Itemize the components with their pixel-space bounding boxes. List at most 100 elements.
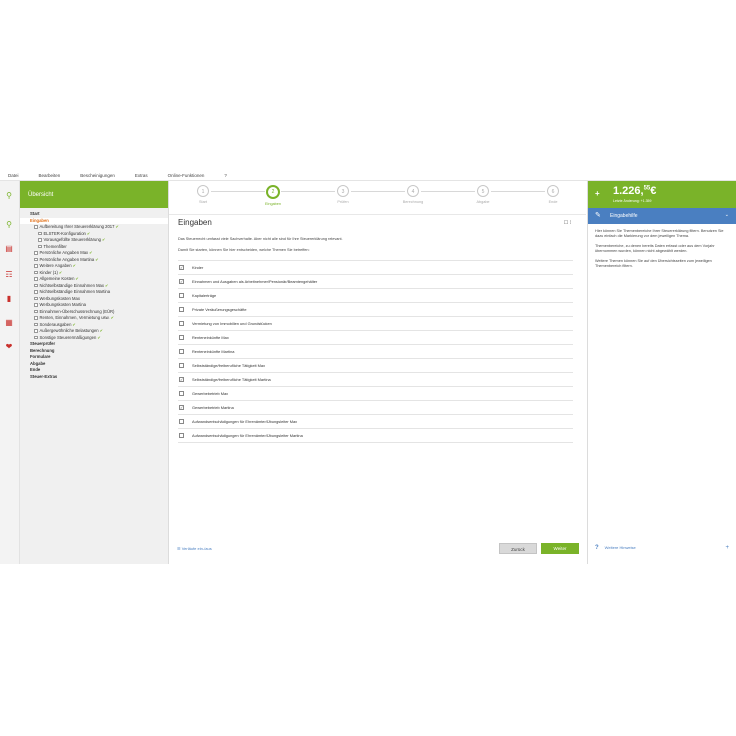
step-3[interactable]: 3 Prüfen (323, 185, 363, 204)
nav-checkbox[interactable] (34, 296, 38, 301)
nav-item[interactable]: Steuer-Extras (20, 374, 168, 381)
nav-header: Übersicht (20, 181, 168, 208)
nav-checkbox[interactable] (34, 316, 38, 320)
topic-label: Gewerbebetrieb Max (192, 391, 229, 396)
topic-label: Renteneinkünfte Max (192, 335, 229, 340)
topic-checkbox[interactable] (179, 335, 184, 340)
nav-checkbox[interactable] (34, 309, 38, 314)
nav-checkbox[interactable] (34, 264, 38, 268)
nav-item-label: Persönliche Angaben Martina (39, 256, 95, 262)
nav-item-label: Start (30, 211, 40, 216)
step-2[interactable]: 2 Eingaben (253, 185, 293, 206)
next-button[interactable]: Weiter (541, 543, 579, 554)
back-button[interactable]: Zurück (499, 543, 537, 554)
more-help-link[interactable]: ? Weitere Hinweise + (595, 545, 729, 551)
topic-checkbox[interactable] (179, 321, 184, 326)
menu-bescheinigungen[interactable]: Bescheinigungen (80, 173, 115, 178)
app-window: Datei Bearbeiten Bescheinigungen Extras … (0, 170, 736, 564)
step-4[interactable]: 4 Berechnung (393, 185, 433, 204)
view-options-icon[interactable]: ☐ ⁞ (564, 220, 571, 226)
step-label: Ende (548, 200, 558, 204)
topic-checkbox[interactable] (179, 349, 184, 354)
nav-checkbox[interactable] (34, 277, 38, 281)
chart-icon[interactable]: ▮ (3, 293, 15, 305)
nav-item-label: Formulare (30, 354, 51, 359)
checkmark-icon: ✔ (72, 321, 76, 327)
topic-checkbox[interactable]: ✓ (179, 405, 184, 410)
topic-label: Aufwandsentschädigungen für Ehrenämter/Ü… (192, 433, 303, 438)
nav-checkbox[interactable] (34, 329, 38, 333)
nav-checkbox[interactable] (34, 303, 38, 307)
topic-label: Selbstständige/freiberufliche Tätigkeit … (192, 377, 271, 382)
progress-steps: 1 Start 2 Eingaben 3 Prüfen 4 Berechnung 5 Abgabe… (169, 181, 586, 215)
heart-icon[interactable]: ❤ (3, 341, 15, 353)
nav-checkbox[interactable] (34, 251, 38, 255)
nav-checkbox[interactable] (34, 335, 38, 340)
nav-item-label: Aufbereitung Ihrer Steuererklärung 2017 (39, 224, 115, 229)
menu-datei[interactable]: Datei (8, 173, 19, 178)
topic-checkbox[interactable]: ✓ (179, 279, 184, 284)
topic-label: Private Veräußerungsgeschäfte (192, 307, 247, 312)
help-paragraph: Hier können Sie Themenbereiche Ihrer Ste… (595, 229, 724, 238)
topic-checkbox[interactable]: ✓ (179, 377, 184, 382)
nav-checkbox[interactable] (34, 225, 38, 229)
checkmark-icon: ✔ (97, 334, 101, 340)
nav-checkbox[interactable] (38, 244, 42, 249)
menu-bar: Datei Bearbeiten Bescheinigungen Extras … (0, 170, 736, 181)
nav-item-label: Allgemeine Kosten (39, 276, 75, 281)
step-circle: 4 (407, 185, 419, 197)
topic-checkbox[interactable] (179, 419, 184, 424)
step-label: Prüfen (337, 200, 349, 204)
menu-help[interactable]: ? (224, 173, 227, 178)
nav-checkbox[interactable] (38, 231, 42, 236)
topic-checkbox[interactable] (179, 433, 184, 438)
topic-checkbox[interactable]: ✓ (179, 265, 184, 270)
calculator-icon[interactable]: ▦ (3, 317, 15, 329)
nav-item-label: Persönliche Angaben Max (39, 250, 89, 255)
topic-row: Renteneinkünfte Max (178, 331, 573, 345)
checkmark-icon: ✔ (99, 328, 103, 333)
nav-item-label: Ende (30, 367, 41, 372)
nav-checkbox[interactable] (34, 283, 38, 288)
toggle-history-link[interactable]: ☰ Verläufe ein-/aus (177, 546, 212, 551)
step-circle: 2 (266, 185, 280, 199)
form-icon[interactable]: ▤ (3, 243, 15, 255)
nav-checkbox[interactable] (34, 322, 38, 327)
search-icon[interactable]: ⚲ (3, 190, 15, 202)
menu-extras[interactable]: Extras (135, 173, 148, 178)
main-area: 1 Start 2 Eingaben 3 Prüfen 4 Berechnung 5 Abgabe… (169, 181, 586, 564)
zoom-icon[interactable]: ⚲ (3, 219, 15, 231)
checkmark-icon: ✔ (72, 263, 76, 268)
checkmark-icon: ✔ (95, 256, 99, 262)
topic-checkbox[interactable] (179, 307, 184, 312)
menu-bearbeiten[interactable]: Bearbeiten (39, 173, 61, 178)
step-1[interactable]: 1 Start (183, 185, 223, 204)
nav-item-label: Nichtselbständige Einnahmen Max (39, 282, 104, 288)
topic-checkbox[interactable] (179, 293, 184, 298)
nav-checkbox[interactable] (34, 257, 38, 262)
document-icon[interactable]: ☶ (3, 269, 15, 281)
topic-label: Selbstständige/freiberufliche Tätigkeit … (192, 363, 266, 368)
step-6[interactable]: 6 Ende (533, 185, 573, 204)
step-label: Abgabe (476, 200, 490, 204)
topic-label: Aufwandsentschädigungen für Ehrenämter/Ü… (192, 419, 298, 424)
topic-checkbox[interactable] (179, 363, 184, 368)
amount-subtext: Letzte Änderung: +1.359 (613, 199, 652, 203)
topic-label: Gewerbebetrieb Martina (192, 405, 234, 410)
nav-checkbox[interactable] (34, 270, 38, 275)
topic-label: Einnahmen und Ausgaben als Arbeitnehmer/… (192, 279, 318, 284)
nav-item-label: Kinder (1) (39, 269, 58, 275)
step-5[interactable]: 5 Abgabe (463, 185, 503, 204)
step-circle: 3 (337, 185, 349, 197)
nav-checkbox[interactable] (38, 238, 42, 242)
nav-item-label: Weitere Angaben (39, 263, 72, 268)
nav-checkbox[interactable] (34, 290, 38, 294)
help-header[interactable]: ✎ Eingabehilfe ⌄ (588, 208, 736, 224)
menu-online-funktionen[interactable]: Online-Funktionen (168, 173, 205, 178)
nav-item-label: Steuer-Extras (30, 373, 58, 379)
nav-item-label: Einnahmen-Überschussrechnung (EÜR) (39, 308, 115, 314)
topic-row: ✓ Einnahmen und Ausgaben als Arbeitnehmer… (178, 275, 573, 289)
topic-checkbox[interactable] (179, 391, 184, 396)
navigation-panel: Übersicht Start Eingaben Aufbereitung Ihre… (20, 181, 169, 564)
topic-list: ✓ Kinder ✓ Einnahmen und Ausgaben als Arbei… (178, 260, 573, 443)
